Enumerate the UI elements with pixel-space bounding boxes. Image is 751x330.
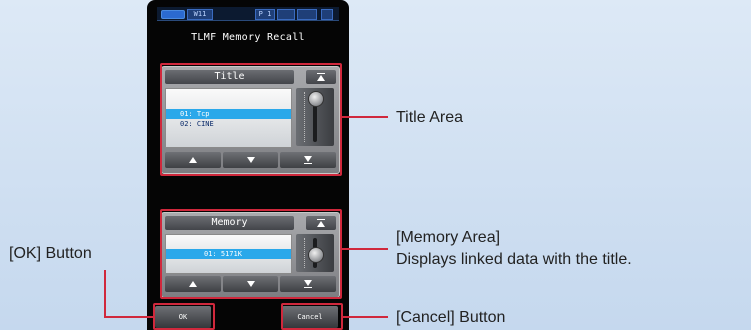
- title-area-highlight: [160, 63, 342, 176]
- title-area-callout: Title Area: [396, 109, 463, 126]
- status-bar: W11 P 1: [157, 7, 339, 21]
- screen-title: TLMF Memory Recall: [191, 32, 305, 43]
- battery-icon: [161, 10, 185, 19]
- ok-button-highlight: [153, 303, 215, 330]
- ok-button-callout: [OK] Button: [9, 245, 92, 262]
- cancel-button-highlight: [281, 303, 343, 330]
- memory-area-highlight: [160, 209, 342, 299]
- memory-area-leader: [342, 248, 388, 250]
- status-lock-icon: [321, 9, 333, 20]
- title-area-leader: [342, 116, 388, 118]
- cancel-button-callout: [Cancel] Button: [396, 309, 506, 326]
- status-indicator: [277, 9, 295, 20]
- memory-area-callout-desc: Displays linked data with the title.: [396, 251, 632, 268]
- status-chip-2: P 1: [255, 9, 275, 20]
- status-dot-icon: [297, 9, 317, 20]
- ok-button-leader-vertical: [104, 270, 106, 318]
- status-chip-1: W11: [187, 9, 213, 20]
- cancel-button-leader: [343, 316, 388, 318]
- memory-area-callout-title: [Memory Area]: [396, 229, 501, 246]
- ok-button-leader-horizontal: [104, 316, 153, 318]
